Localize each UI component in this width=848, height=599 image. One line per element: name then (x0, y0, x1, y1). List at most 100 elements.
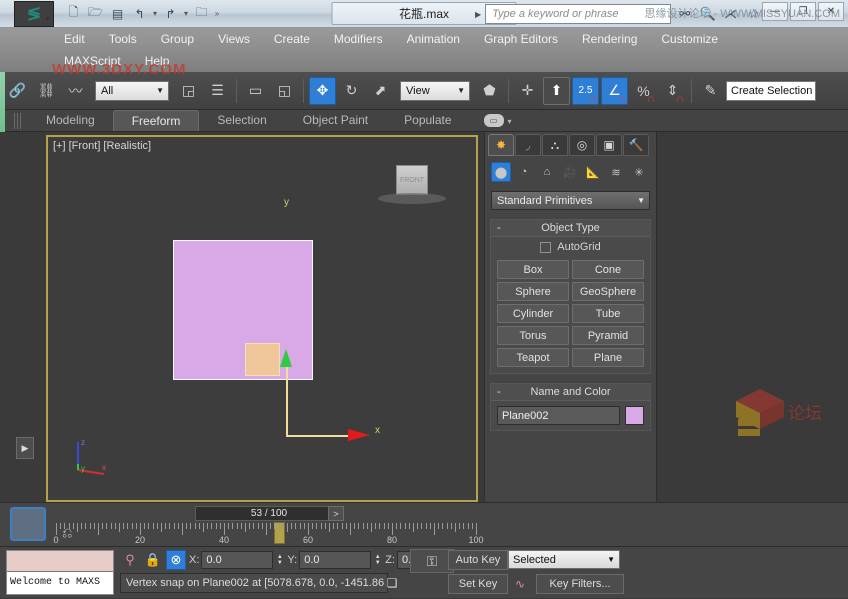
object-type-header[interactable]: - Object Type (491, 220, 650, 237)
ribbon-minimize-icon[interactable]: ▭ (484, 114, 504, 127)
percent-snap-toggle-icon[interactable]: ∠ (601, 77, 628, 105)
star-icon[interactable]: ☆ (744, 5, 763, 24)
select-object-icon[interactable]: ◲ (175, 77, 202, 105)
primitive-category-combo[interactable]: Standard Primitives ▼ (491, 191, 650, 210)
viewport-label[interactable]: [+] [Front] [Realistic] (53, 140, 151, 152)
gizmo-axis-y-arrow[interactable] (280, 349, 292, 367)
viewport-front[interactable]: [+] [Front] [Realistic] y x FRONT z y (46, 135, 478, 502)
plane-object[interactable] (173, 240, 313, 380)
chevron-right-icon[interactable]: ▶ (475, 10, 481, 19)
create-torus-button[interactable]: Torus (497, 326, 569, 345)
snaps-toggle-icon[interactable]: ⬆ (543, 77, 570, 105)
collapse-icon[interactable]: - (497, 222, 501, 234)
maximize-button[interactable]: ❐ (790, 2, 816, 21)
create-sphere-button[interactable]: Sphere (497, 282, 569, 301)
object-color-swatch[interactable] (625, 406, 644, 425)
menu-item-modifiers[interactable]: Modifiers (322, 28, 395, 50)
create-tube-button[interactable]: Tube (572, 304, 644, 323)
object-name-input[interactable]: Plane002 (497, 406, 620, 425)
named-selection-sets-input[interactable]: Create Selection (726, 81, 816, 101)
chevron-down-icon[interactable]: ▼ (44, 16, 51, 23)
selection-lock-toggle-icon[interactable]: 🔒 (143, 550, 163, 570)
adaptive-degradation-icon[interactable]: ❑ (382, 573, 402, 593)
track-bar-ruler[interactable]: 020406080100 (56, 523, 476, 547)
coord-x-field[interactable]: 0.0 (201, 551, 273, 569)
select-and-rotate-icon[interactable]: ↻ (338, 77, 365, 105)
project-folder-icon[interactable]: 🗀 (192, 4, 211, 23)
snap-settings-icon[interactable]: ⇕ (659, 77, 686, 105)
maxscript-input-line[interactable] (7, 551, 113, 572)
satellite-icon[interactable]: ⋌ (721, 5, 740, 24)
spinner-snap-toggle-icon[interactable]: % (630, 77, 657, 105)
window-crossing-icon[interactable]: ◱ (271, 77, 298, 105)
application-menu-button[interactable]: ≶ ▼ (14, 1, 54, 27)
create-plane-button[interactable]: Plane (572, 348, 644, 367)
name-and-color-header[interactable]: - Name and Color (491, 384, 650, 401)
expand-panel-arrow-button[interactable]: ▶ (16, 437, 34, 459)
selection-filter-combo[interactable]: All▼ (95, 81, 169, 101)
helpers-icon[interactable]: 📐 (583, 162, 603, 182)
redo-dropdown-icon[interactable]: ▾ (183, 4, 189, 23)
minimize-button[interactable]: — (762, 2, 788, 21)
new-file-icon[interactable]: 🗋 (64, 4, 83, 23)
cameras-icon[interactable]: 🎥 (560, 162, 580, 182)
ribbon-tab-freeform[interactable]: Freeform (113, 110, 200, 131)
rectangular-selection-region-icon[interactable]: ▭ (242, 77, 269, 105)
menu-item-views[interactable]: Views (206, 28, 262, 50)
geometry-icon[interactable]: ⬤ (491, 162, 511, 182)
bind-to-space-warp-icon[interactable]: 〰 (62, 77, 89, 105)
more-commands-icon[interactable]: » (214, 4, 220, 23)
create-box-button[interactable]: Box (497, 260, 569, 279)
redo-icon[interactable]: ↱ (161, 4, 180, 23)
menu-item-maxscript[interactable]: MAXScript (52, 50, 133, 72)
space-warps-icon[interactable]: ≋ (606, 162, 626, 182)
use-pivot-point-center-icon[interactable]: ⬟ (476, 77, 503, 105)
search-input[interactable]: Type a keyword or phrase (485, 4, 671, 24)
menu-item-rendering[interactable]: Rendering (570, 28, 649, 50)
coord-y-field[interactable]: 0.0 (299, 551, 371, 569)
modify-tab[interactable]: ◞ (515, 134, 541, 156)
next-frame-arrow[interactable]: > (328, 506, 344, 521)
menu-item-edit[interactable]: Edit (52, 28, 97, 50)
gizmo-axis-x-arrow[interactable] (348, 429, 370, 441)
create-teapot-button[interactable]: Teapot (497, 348, 569, 367)
selection-level-combo[interactable]: Selected ▼ (508, 550, 620, 569)
create-geosphere-button[interactable]: GeoSphere (572, 282, 644, 301)
binoculars-icon[interactable]: ⚯ (675, 5, 694, 24)
magnifier-icon[interactable]: 🔍 (698, 5, 717, 24)
auto-key-button[interactable]: Auto Key (448, 550, 508, 570)
hierarchy-tab[interactable]: ⛬ (542, 134, 568, 156)
undo-icon[interactable]: ↰ (130, 4, 149, 23)
unlink-selection-icon[interactable]: ⛓ (33, 77, 60, 105)
close-button[interactable]: ✕ (818, 2, 844, 21)
reference-coordinate-system-combo[interactable]: View▼ (400, 81, 470, 101)
motion-tab[interactable]: ◎ (569, 134, 595, 156)
lights-icon[interactable]: ⌂ (537, 162, 557, 182)
systems-icon[interactable]: ✳ (629, 162, 649, 182)
ribbon-tab-selection[interactable]: Selection (199, 110, 284, 131)
absolute-relative-transform-icon[interactable]: ⊗ (166, 550, 186, 570)
viewport-layout-button[interactable] (10, 507, 46, 541)
select-and-move-icon[interactable]: ✥ (309, 77, 336, 105)
save-file-icon[interactable]: ▤ (108, 4, 127, 23)
menu-item-help[interactable]: Help (133, 50, 182, 72)
ribbon-grip[interactable] (14, 113, 22, 129)
angle-snap-toggle-icon[interactable]: 2.5 (572, 77, 599, 105)
ribbon-tab-object-paint[interactable]: Object Paint (285, 110, 386, 131)
manipulate-icon[interactable]: ✛ (514, 77, 541, 105)
coord-x-spinner[interactable]: ▲▼ (275, 551, 284, 569)
coord-y-spinner[interactable]: ▲▼ (373, 551, 382, 569)
maxscript-mini-listener[interactable]: Welcome to MAXS (6, 550, 114, 595)
autogrid-row[interactable]: AutoGrid (491, 237, 650, 257)
select-and-scale-icon[interactable]: ⬈ (367, 77, 394, 105)
select-and-link-icon[interactable]: 🔗 (4, 77, 31, 105)
shapes-icon[interactable]: ◔ (514, 162, 534, 182)
time-slider-frame-field[interactable]: 53 / 100 (195, 506, 343, 521)
menu-item-animation[interactable]: Animation (395, 28, 472, 50)
create-pyramid-button[interactable]: Pyramid (572, 326, 644, 345)
menu-item-customize[interactable]: Customize (649, 28, 730, 50)
open-file-icon[interactable]: 🗁 (86, 4, 105, 23)
menu-item-tools[interactable]: Tools (97, 28, 149, 50)
create-cylinder-button[interactable]: Cylinder (497, 304, 569, 323)
set-key-button[interactable]: Set Key (448, 574, 508, 594)
